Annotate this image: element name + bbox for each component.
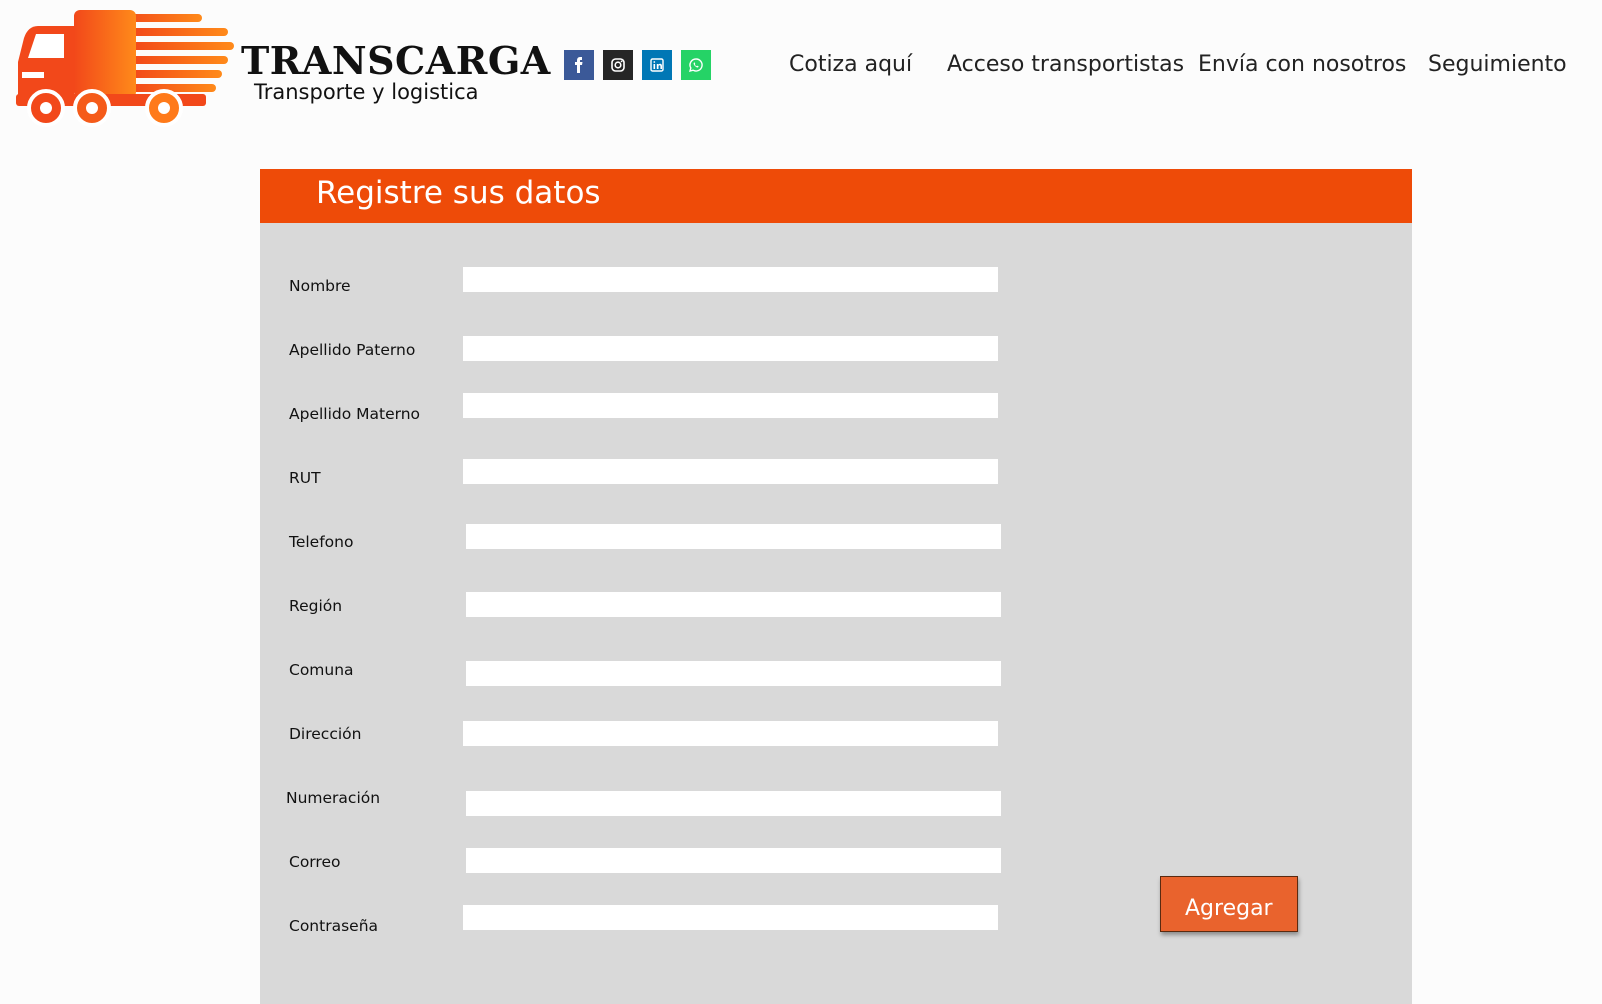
site-header: TRANSCARGA Transporte y logistica Cotiza… (0, 0, 1602, 130)
contrasena-input[interactable] (463, 905, 998, 930)
region-input[interactable] (466, 592, 1001, 617)
apellido-materno-input[interactable] (463, 393, 998, 418)
field-label-rut: RUT (289, 469, 321, 487)
telefono-input[interactable] (466, 524, 1001, 549)
facebook-icon[interactable] (564, 50, 594, 80)
brand-tagline: Transporte y logistica (254, 80, 479, 104)
instagram-icon[interactable] (603, 50, 633, 80)
field-label-comuna: Comuna (289, 661, 354, 679)
brand-name: TRANSCARGA (241, 38, 551, 83)
nav-carriers-link[interactable]: Acceso transportistas (947, 52, 1184, 77)
linkedin-icon[interactable] (642, 50, 672, 80)
field-label-apellido-materno: Apellido Materno (289, 405, 421, 423)
field-label-apellido-paterno: Apellido Paterno (289, 341, 416, 359)
field-label-direccion: Dirección (289, 725, 362, 743)
comuna-input[interactable] (466, 661, 1001, 686)
agregar-button[interactable]: Agregar (1160, 876, 1298, 932)
field-label-telefono: Telefono (289, 533, 354, 551)
nav-quote-link[interactable]: Cotiza aquí (789, 52, 912, 77)
registration-form: Registre sus datos Nombre Apellido Pater… (260, 169, 1412, 1004)
correo-input[interactable] (466, 848, 1001, 873)
field-label-correo: Correo (289, 853, 341, 871)
social-links (564, 50, 711, 80)
direccion-input[interactable] (463, 721, 998, 746)
field-label-numeracion: Numeración (286, 789, 381, 807)
nav-ship-link[interactable]: Envía con nosotros (1198, 52, 1406, 77)
whatsapp-icon[interactable] (681, 50, 711, 80)
numeracion-input[interactable] (466, 791, 1001, 816)
field-label-nombre: Nombre (289, 277, 351, 295)
nombre-input[interactable] (463, 267, 998, 292)
truck-logo-icon[interactable] (14, 6, 234, 130)
form-header: Registre sus datos (260, 169, 1412, 223)
nav-tracking-link[interactable]: Seguimiento (1428, 52, 1567, 77)
field-label-contrasena: Contraseña (289, 917, 379, 935)
rut-input[interactable] (463, 459, 998, 484)
field-label-region: Región (289, 597, 343, 615)
apellido-paterno-input[interactable] (463, 336, 998, 361)
form-title: Registre sus datos (316, 175, 601, 211)
